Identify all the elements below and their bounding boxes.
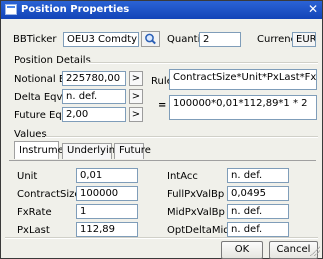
title-bar[interactable]: Position Properties ✕ [1, 1, 322, 19]
rule-result-field: 100000*0,01*112,89*1 * 2 [169, 95, 317, 120]
midpxvalbp-field: n. def. [227, 204, 289, 219]
delta-label: Delta Eqv. [14, 92, 65, 103]
bbticker-label: BBTicker [13, 34, 57, 45]
contractsize-label: ContractSize [17, 189, 81, 200]
values-title: Values [14, 129, 47, 140]
notional-field: 225780,00 [62, 71, 126, 86]
future-detail-button[interactable]: > [129, 107, 143, 122]
midpxvalbp-label: MidPxValBp [167, 207, 225, 218]
position-details-title: Position Details [14, 55, 91, 66]
fullpxvalbp-field: 0,0495 [227, 186, 289, 201]
optdeltamid-field: n. def. [227, 222, 289, 237]
pxlast-label: PxLast [17, 225, 50, 236]
resize-grip-icon[interactable] [310, 246, 320, 256]
intacc-label: IntAcc [167, 171, 198, 182]
bbticker-input[interactable]: OEU3 Comdty [63, 32, 139, 47]
quantity-input[interactable]: 2 [199, 32, 241, 47]
position-details-divider [86, 62, 318, 64]
intacc-field: n. def. [227, 168, 289, 183]
fxrate-label: FxRate [17, 207, 52, 218]
future-field: 2,00 [62, 107, 126, 122]
contractsize-field: 100000 [76, 186, 138, 201]
values-divider [45, 136, 318, 138]
position-properties-window: Position Properties ✕ BBTicker OEU3 Comd… [0, 0, 323, 259]
optdeltamid-label: OptDeltaMid [167, 225, 230, 236]
ok-button[interactable]: OK [221, 241, 263, 259]
currency-field: EUR [292, 32, 316, 47]
app-window-icon [5, 4, 17, 15]
fxrate-field: 1 [76, 204, 138, 219]
tab-underlying[interactable]: Underlying [62, 143, 121, 159]
window-title: Position Properties [21, 4, 130, 15]
search-icon [145, 33, 156, 45]
rule-formula-field: ContractSize*Unit*PxLast*FxRate * Quanti… [169, 69, 317, 90]
equals-sign: = [158, 100, 167, 111]
delta-field: n. def. [62, 89, 126, 104]
tab-instrument[interactable]: Instrument [14, 141, 74, 159]
values-tabs: Instrument Underlying Future [14, 141, 151, 161]
search-button[interactable] [141, 31, 160, 47]
footer-divider [5, 237, 318, 239]
unit-field: 0,01 [76, 168, 138, 183]
delta-detail-button[interactable]: > [129, 89, 143, 104]
unit-label: Unit [17, 171, 38, 182]
notional-detail-button[interactable]: > [129, 71, 143, 86]
tab-future[interactable]: Future [114, 143, 151, 159]
pxlast-field: 112,89 [76, 222, 138, 237]
fullpxvalbp-label: FullPxValBp [167, 189, 225, 200]
close-icon[interactable]: ✕ [308, 2, 318, 16]
